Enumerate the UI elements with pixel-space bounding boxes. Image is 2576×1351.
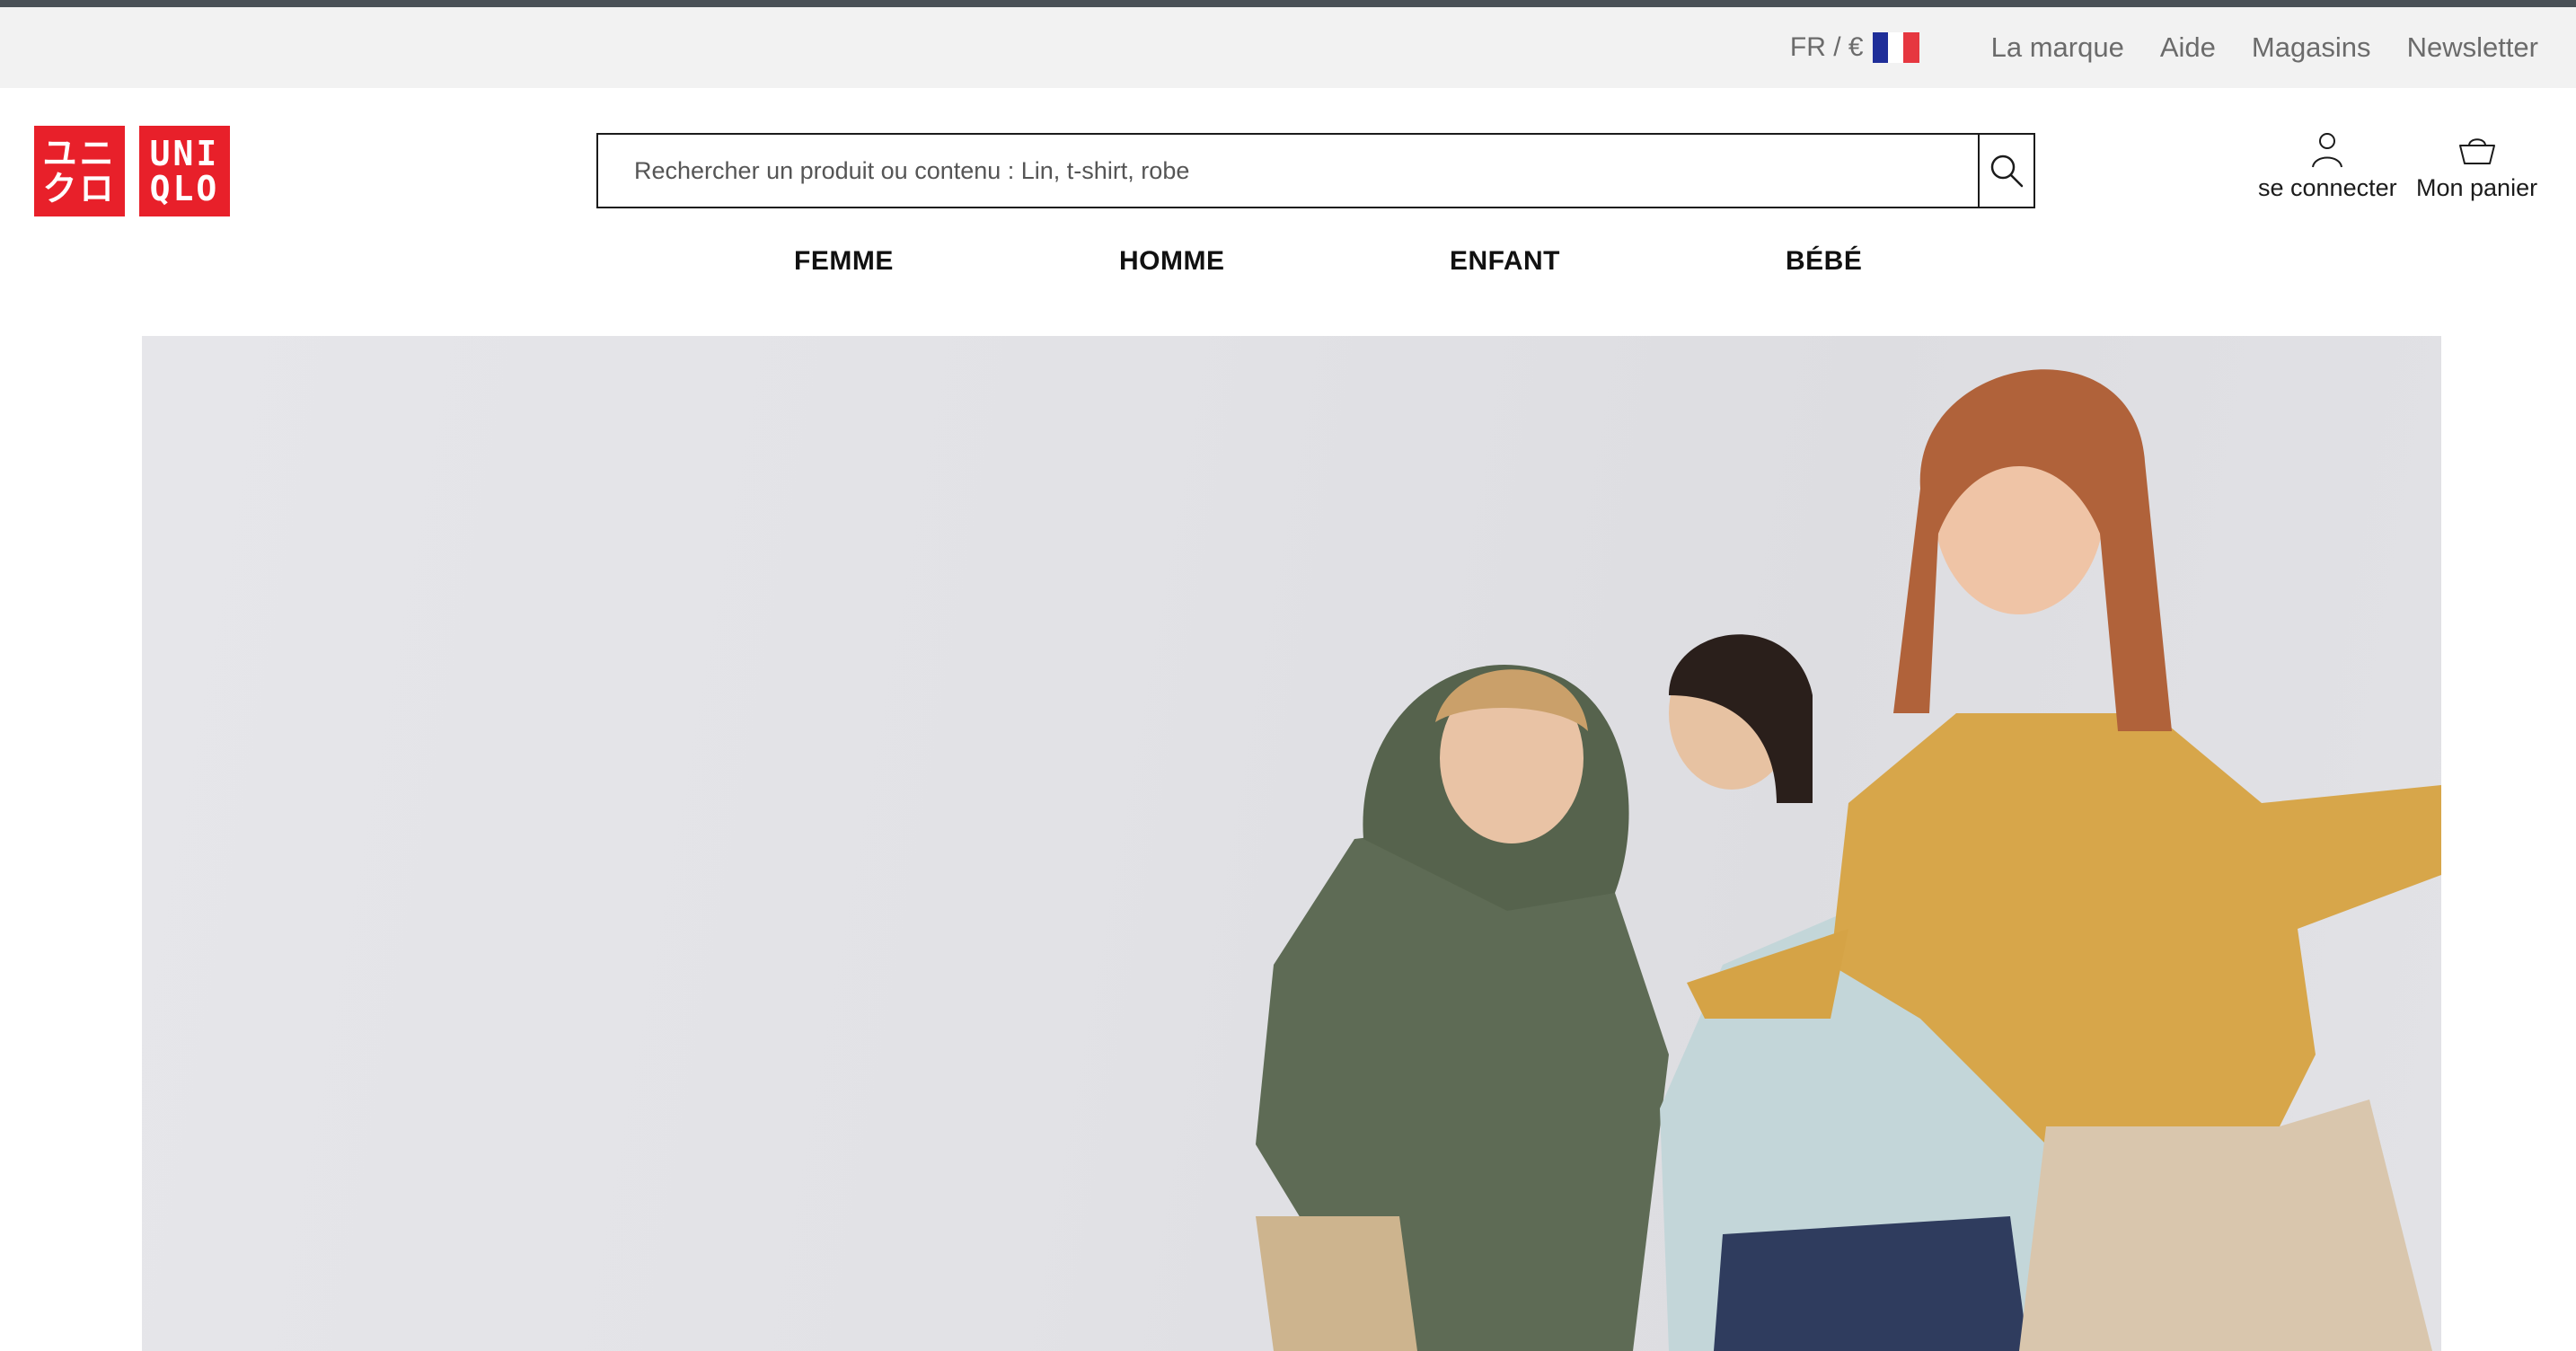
france-flag-icon (1872, 32, 1919, 63)
link-la-marque[interactable]: La marque (1991, 31, 2124, 64)
uniqlo-logo[interactable]: ユニ クロ UNI QLO (34, 126, 230, 216)
logo-latin-tile: UNI QLO (139, 126, 230, 216)
cart-button[interactable]: Mon panier (2416, 129, 2537, 202)
logo-kana-line-1: ユニ (42, 133, 117, 173)
hero-banner[interactable] (142, 336, 2441, 1351)
user-icon (2312, 133, 2343, 168)
window-top-strip (0, 0, 2576, 7)
magnifier-icon (1990, 155, 2024, 188)
nav-bebe[interactable]: BÉBÉ (1786, 246, 1862, 277)
login-label: se connecter (2258, 174, 2397, 201)
search-button[interactable] (1978, 135, 2033, 207)
logo-kana-line-2: クロ (42, 168, 117, 208)
search-bar (596, 133, 2035, 208)
link-aide[interactable]: Aide (2160, 31, 2216, 64)
nav-femme[interactable]: FEMME (794, 246, 894, 277)
logo-latin-line-2: QLO (149, 168, 220, 208)
main-nav: FEMME HOMME ENFANT BÉBÉ (0, 246, 2576, 291)
link-magasins[interactable]: Magasins (2252, 31, 2371, 64)
search-input[interactable] (598, 135, 1978, 207)
basket-icon (2458, 138, 2495, 164)
logo-kana-tile: ユニ クロ (34, 126, 125, 216)
child-green-jacket-figure (1256, 665, 1669, 1351)
logo-latin-line-1: UNI (149, 133, 220, 173)
login-button[interactable]: se connecter (2258, 129, 2397, 202)
language-selector[interactable]: FR / € (1790, 32, 1919, 63)
site-header: ユニ クロ UNI QLO se connecter Mon panier (0, 88, 2576, 336)
cart-label: Mon panier (2416, 174, 2538, 201)
hero-photo-children-jackets (1256, 369, 2441, 1351)
link-newsletter[interactable]: Newsletter (2407, 31, 2538, 64)
utility-bar: FR / € La marque Aide Magasins Newslette… (0, 7, 2576, 88)
nav-enfant[interactable]: ENFANT (1450, 246, 1560, 277)
language-label: FR / € (1789, 32, 1864, 62)
nav-homme[interactable]: HOMME (1119, 246, 1225, 277)
